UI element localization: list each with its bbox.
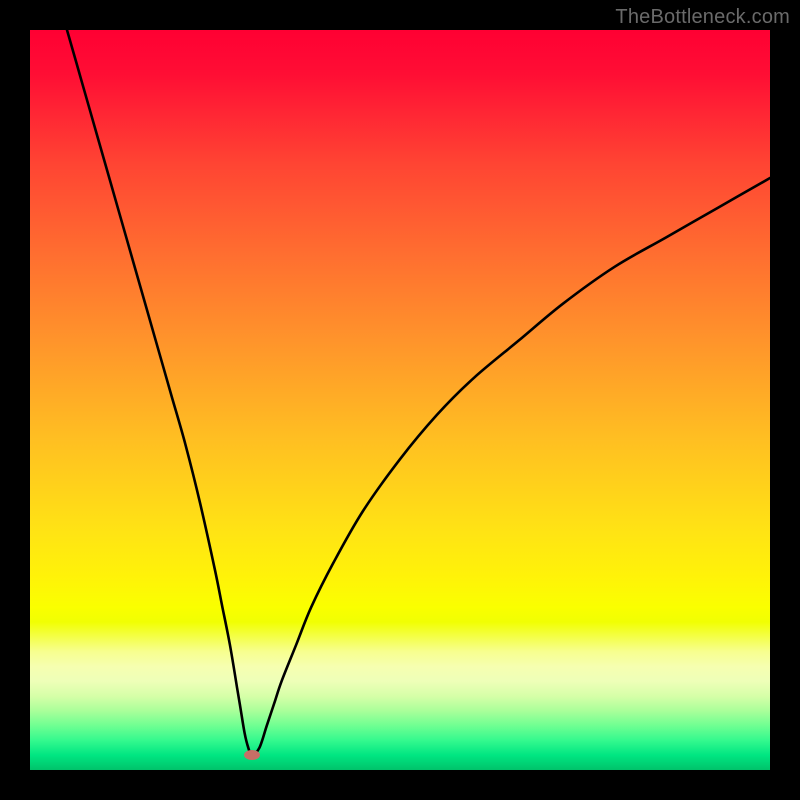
bottleneck-curve xyxy=(30,30,770,770)
chart-frame: TheBottleneck.com xyxy=(0,0,800,800)
watermark-label: TheBottleneck.com xyxy=(615,6,790,29)
plot-area xyxy=(30,30,770,770)
optimal-point-marker xyxy=(244,750,260,760)
